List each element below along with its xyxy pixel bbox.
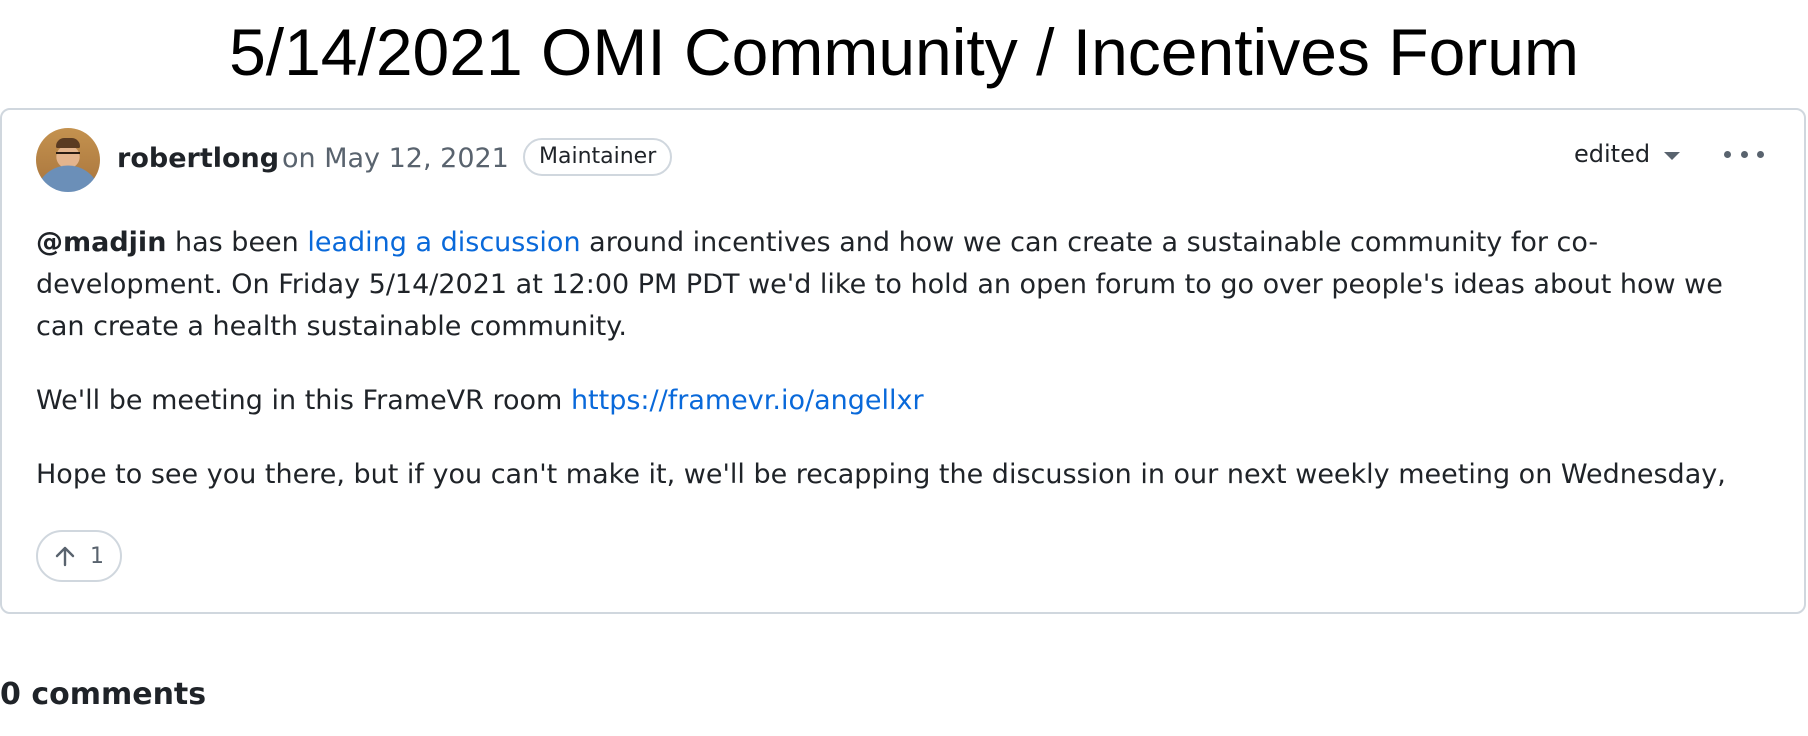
page-title: 5/14/2021 OMI Community / Incentives For… (229, 15, 1579, 89)
upvote-button[interactable]: 1 (36, 530, 122, 582)
post-body: @madjin has been leading a discussion ar… (36, 222, 1776, 528)
caret-down-icon (1664, 152, 1681, 160)
edited-label: edited (1574, 140, 1651, 168)
upvote-count: 1 (90, 543, 104, 569)
discussion-post: robertlong on May 12, 2021 Maintainer ed… (0, 108, 1806, 614)
body-paragraph-1: @madjin has been leading a discussion ar… (36, 222, 1776, 348)
body-text: Hope to see you there, but if you can't … (36, 459, 1726, 490)
post-date[interactable]: on May 12, 2021 (282, 140, 509, 178)
more-options-icon[interactable] (1724, 136, 1764, 172)
discussion-link[interactable]: leading a discussion (307, 227, 580, 258)
comments-count: 0 comments (0, 677, 207, 712)
body-text: has been (166, 227, 308, 258)
maintainer-badge: Maintainer (523, 138, 673, 176)
body-paragraph-2: We'll be meeting in this FrameVR room ht… (36, 380, 1776, 422)
avatar[interactable] (36, 128, 100, 192)
edited-dropdown[interactable]: edited (1574, 136, 1681, 172)
dot (1740, 150, 1748, 158)
author-username[interactable]: robertlong (117, 140, 279, 178)
body-text: We'll be meeting in this FrameVR room (36, 385, 571, 416)
dot (1724, 150, 1731, 158)
avatar-hair (56, 138, 80, 148)
dot (1757, 150, 1764, 158)
framevr-link[interactable]: https://framevr.io/angellxr (571, 385, 924, 416)
arrow-up-icon (55, 546, 75, 567)
avatar-glasses (56, 152, 80, 159)
body-paragraph-3: Hope to see you there, but if you can't … (36, 454, 1776, 496)
user-mention[interactable]: @madjin (36, 227, 166, 258)
